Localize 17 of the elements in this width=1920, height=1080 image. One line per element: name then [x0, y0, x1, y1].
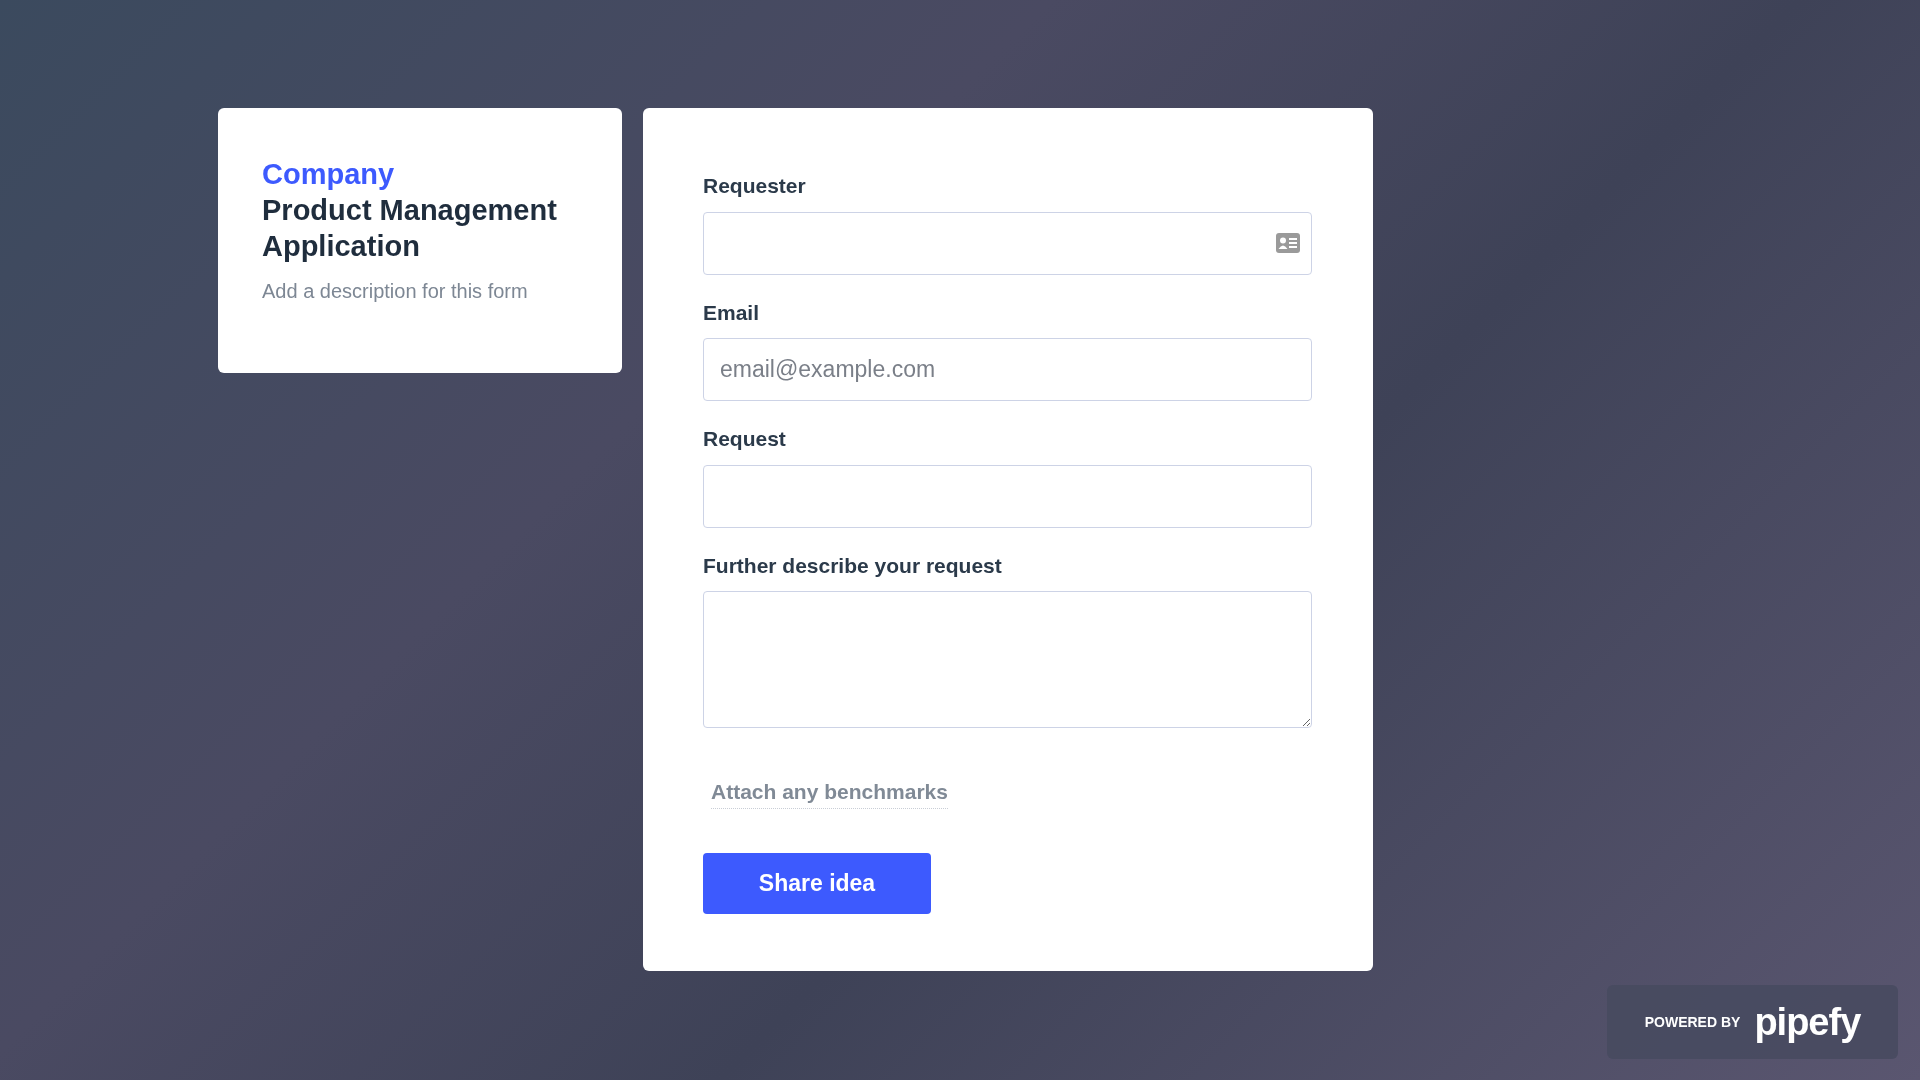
input-field[interactable]: email@example.com: [703, 338, 1312, 401]
input-field[interactable]: [703, 211, 1312, 275]
input-field[interactable]: [703, 464, 1312, 528]
company-name: Company: [262, 157, 396, 192]
text-area[interactable]: [703, 591, 1312, 728]
powered-by-badge[interactable]: POWERED BY pipefy: [1607, 985, 1898, 1059]
form-description: Add a description for this form: [262, 279, 529, 304]
contact-card-icon: [1276, 232, 1300, 253]
powered-by-text: POWERED BY: [1644, 1012, 1741, 1032]
field-label: Further describe your request: [703, 552, 1002, 579]
brand-logo: pipefy: [1754, 1003, 1861, 1041]
field-label: Requester: [703, 173, 806, 199]
field-label: Email: [703, 299, 760, 326]
submit-button[interactable]: Share idea: [703, 852, 931, 914]
attach-link[interactable]: Attach any benchmarks: [711, 776, 948, 809]
form-title: Product Management Application: [262, 193, 558, 264]
field-label: Request: [703, 426, 786, 452]
